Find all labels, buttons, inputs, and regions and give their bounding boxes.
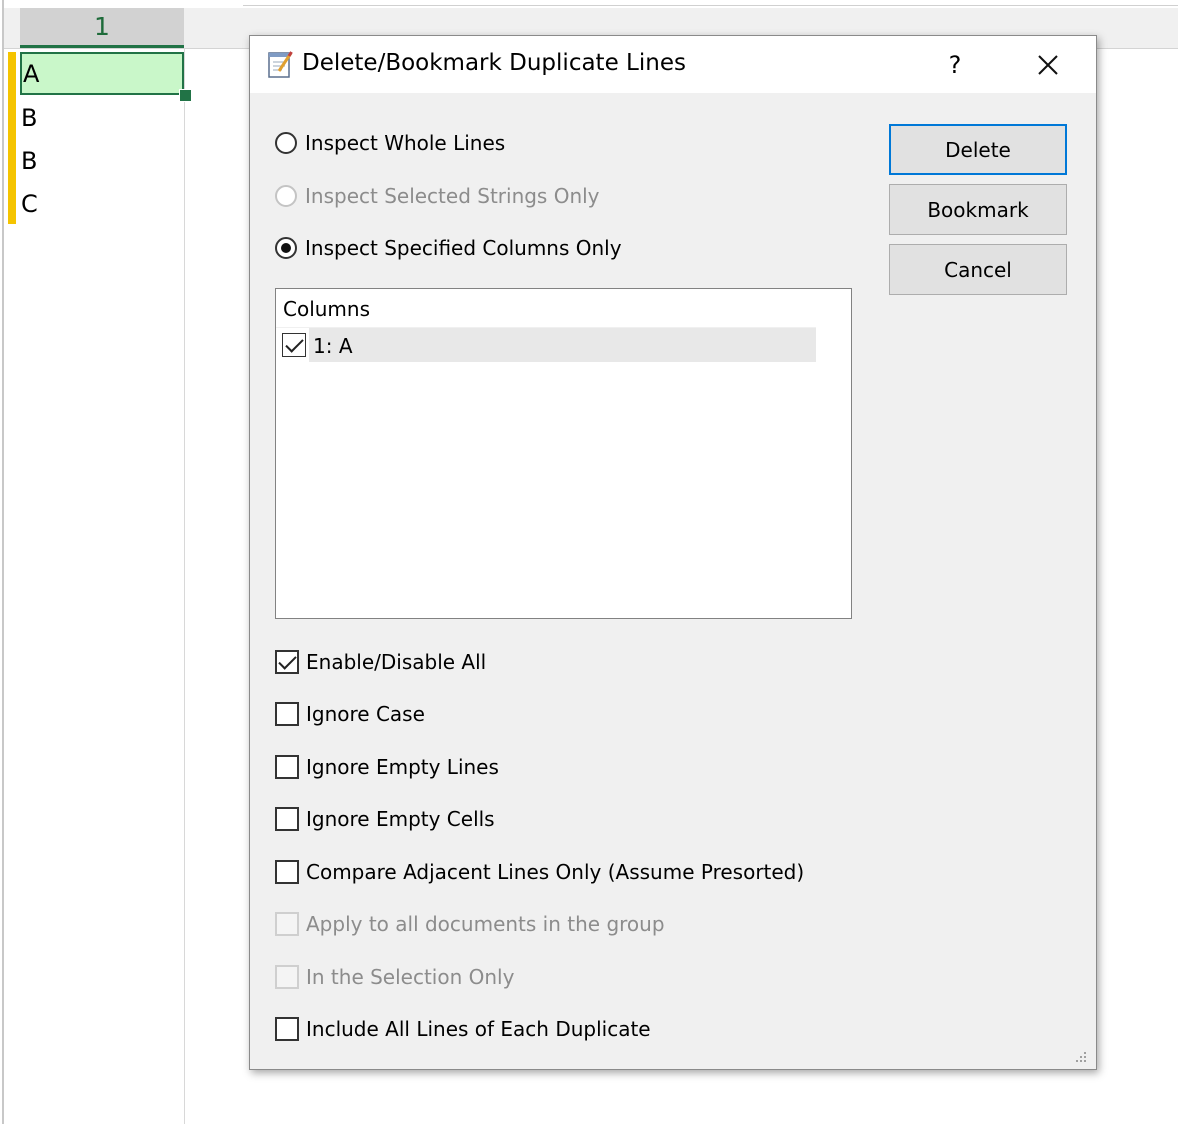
- editor-left-border: [2, 0, 4, 1124]
- radio-inspect-whole-lines[interactable]: Inspect Whole Lines: [275, 128, 505, 158]
- columns-list-header: Columns: [283, 297, 371, 321]
- checkbox: [275, 912, 299, 936]
- resize-grip-icon[interactable]: [1072, 1048, 1088, 1064]
- radio-button[interactable]: [275, 132, 297, 154]
- bookmark-indicator: [8, 52, 16, 224]
- radio-inspect-selected-strings: Inspect Selected Strings Only: [275, 181, 600, 211]
- dialog-title: Delete/Bookmark Duplicate Lines: [302, 50, 686, 76]
- cell-row-1[interactable]: A: [20, 52, 184, 95]
- radio-button: [275, 185, 297, 207]
- column-divider: [184, 48, 185, 1124]
- checkbox-include-all-lines[interactable]: Include All Lines of Each Duplicate: [275, 1014, 651, 1044]
- editor-top-strip: [243, 0, 1178, 6]
- cancel-button[interactable]: Cancel: [889, 244, 1067, 295]
- cell-row-3[interactable]: B: [20, 139, 184, 182]
- checkbox-enable-disable-all[interactable]: Enable/Disable All: [275, 647, 486, 677]
- checkbox[interactable]: [275, 702, 299, 726]
- checkbox-label: Ignore Empty Cells: [306, 807, 495, 831]
- column-checkbox[interactable]: [282, 333, 306, 357]
- column-header-1[interactable]: 1: [20, 8, 184, 48]
- cell-row-4[interactable]: C: [20, 182, 184, 225]
- checkbox[interactable]: [275, 755, 299, 779]
- checkbox-ignore-empty-lines[interactable]: Ignore Empty Lines: [275, 752, 499, 782]
- checkbox[interactable]: [275, 860, 299, 884]
- notepad-icon: [268, 51, 293, 78]
- dialog-titlebar[interactable]: Delete/Bookmark Duplicate Lines ?: [250, 36, 1096, 93]
- radio-label: Inspect Whole Lines: [305, 131, 506, 155]
- checkbox-label: Compare Adjacent Lines Only (Assume Pres…: [306, 860, 805, 884]
- checkbox-label: Ignore Case: [306, 702, 425, 726]
- checkbox[interactable]: [275, 1017, 299, 1041]
- checkbox-compare-adjacent[interactable]: Compare Adjacent Lines Only (Assume Pres…: [275, 857, 804, 887]
- bookmark-button[interactable]: Bookmark: [889, 184, 1067, 235]
- columns-listbox[interactable]: Columns 1: A: [275, 288, 852, 619]
- close-button[interactable]: [1022, 46, 1074, 84]
- checkbox-label: Enable/Disable All: [306, 650, 487, 674]
- checkbox: [275, 965, 299, 989]
- cell-row-2[interactable]: B: [20, 96, 184, 139]
- radio-label: Inspect Selected Strings Only: [305, 184, 600, 208]
- checkbox-selection-only: In the Selection Only: [275, 962, 514, 992]
- checkbox-label: In the Selection Only: [306, 965, 515, 989]
- checkbox[interactable]: [275, 650, 299, 674]
- radio-button[interactable]: [275, 237, 297, 259]
- checkbox-apply-all-documents: Apply to all documents in the group: [275, 909, 665, 939]
- help-button[interactable]: ?: [930, 46, 980, 84]
- checkbox-ignore-empty-cells[interactable]: Ignore Empty Cells: [275, 804, 495, 834]
- radio-label: Inspect Specified Columns Only: [305, 236, 622, 260]
- duplicate-lines-dialog: Delete/Bookmark Duplicate Lines ? Inspec…: [249, 35, 1097, 1070]
- delete-button[interactable]: Delete: [889, 124, 1067, 175]
- radio-inspect-specified-columns[interactable]: Inspect Specified Columns Only: [275, 233, 622, 263]
- column-item-label: 1: A: [313, 334, 353, 358]
- checkbox[interactable]: [275, 807, 299, 831]
- checkbox-ignore-case[interactable]: Ignore Case: [275, 699, 425, 729]
- checkbox-label: Include All Lines of Each Duplicate: [306, 1017, 651, 1041]
- close-icon: [1038, 55, 1058, 75]
- checkbox-label: Ignore Empty Lines: [306, 755, 499, 779]
- checkbox-label: Apply to all documents in the group: [306, 912, 665, 936]
- list-item[interactable]: [309, 328, 816, 362]
